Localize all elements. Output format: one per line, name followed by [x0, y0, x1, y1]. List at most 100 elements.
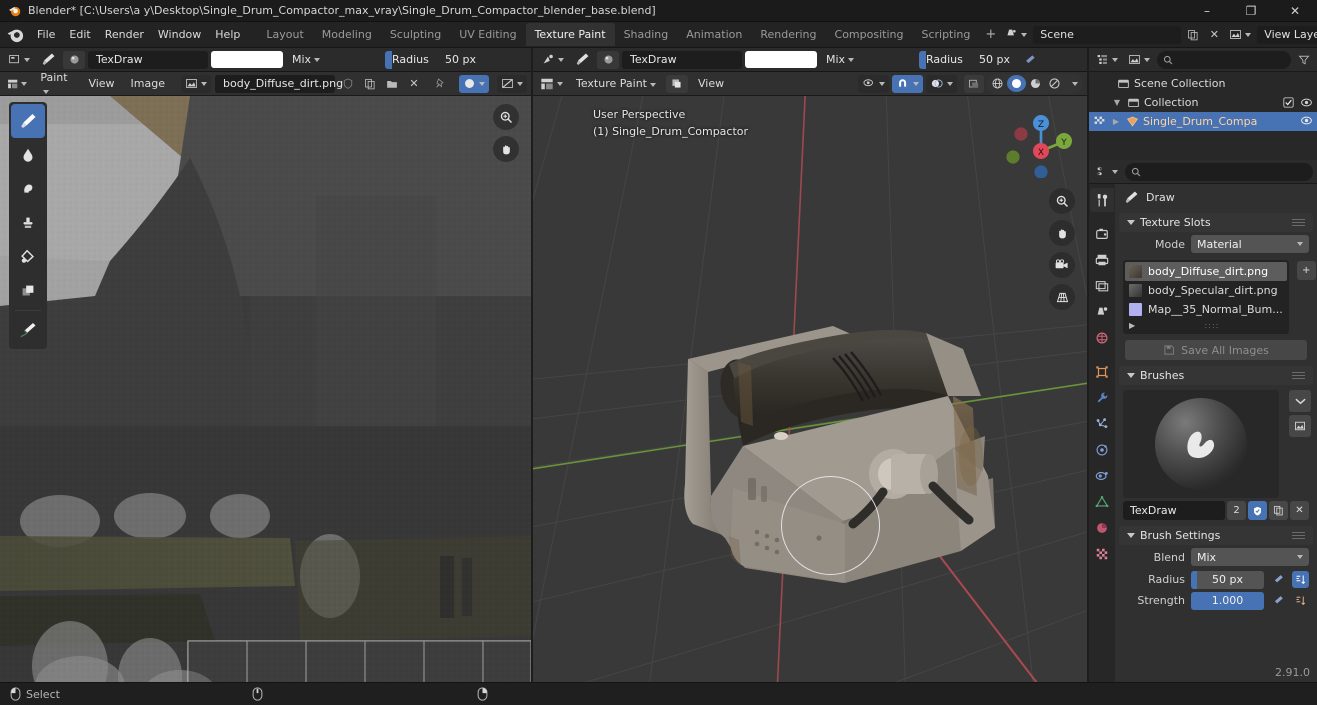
editor-type-selector[interactable]: [1093, 51, 1121, 69]
paint-mode-selector[interactable]: [4, 50, 34, 69]
new-scene-icon[interactable]: [1184, 26, 1202, 44]
tab-scripting[interactable]: Scripting: [912, 23, 979, 46]
editor-type-selector[interactable]: [1093, 163, 1121, 181]
brush-preview-panel[interactable]: [1123, 390, 1279, 498]
tab-sculpting[interactable]: Sculpting: [381, 23, 450, 46]
outliner-row-collection[interactable]: ▼ Collection: [1089, 93, 1317, 112]
fake-user-icon[interactable]: [339, 75, 357, 93]
texture-slots-panel-header[interactable]: Texture Slots: [1119, 213, 1313, 232]
pin-icon[interactable]: [431, 75, 449, 93]
brush-name-field[interactable]: TexDraw: [1123, 501, 1225, 520]
view-display-channels[interactable]: [459, 74, 489, 93]
smear-tool[interactable]: [11, 172, 45, 206]
tab-render[interactable]: [1090, 222, 1114, 246]
tab-modeling[interactable]: Modeling: [313, 23, 381, 46]
menu-window[interactable]: Window: [151, 25, 208, 44]
brush-name-field[interactable]: TexDraw: [88, 50, 208, 69]
view-layer-name-field[interactable]: View Layer: [1257, 25, 1317, 44]
tab-constraints[interactable]: [1090, 464, 1114, 488]
radius-slider[interactable]: Radius 50 px: [919, 50, 1017, 69]
brush-users-count[interactable]: 2: [1227, 501, 1246, 520]
disclosure-triangle[interactable]: ▼: [1111, 98, 1123, 107]
close-button[interactable]: ✕: [1273, 0, 1317, 22]
soften-tool[interactable]: [11, 138, 45, 172]
panel-collapse-triangle[interactable]: [1127, 533, 1135, 538]
brushes-panel-header[interactable]: Brushes: [1119, 366, 1313, 385]
outliner-row-object[interactable]: ▶ Single_Drum_Compa: [1089, 112, 1317, 131]
shading-material-preview[interactable]: [1026, 75, 1045, 92]
tab-scene[interactable]: [1090, 300, 1114, 324]
view-menu[interactable]: View: [692, 75, 730, 92]
visibility-dropdown[interactable]: [858, 74, 889, 93]
minimize-button[interactable]: –: [1185, 0, 1229, 22]
tab-particles[interactable]: [1090, 412, 1114, 436]
add-texture-slot-button[interactable]: +: [1296, 261, 1316, 280]
brush-color-swatch[interactable]: [211, 51, 283, 68]
viewport-mode-selector[interactable]: [537, 50, 568, 69]
texture-slot-item[interactable]: body_Specular_dirt.png: [1125, 281, 1287, 300]
brush-preview-dropdown-button[interactable]: [1289, 390, 1311, 412]
menu-file[interactable]: File: [30, 25, 62, 44]
zoom-gizmo[interactable]: [493, 104, 519, 130]
panel-collapse-triangle[interactable]: [1127, 373, 1135, 378]
pan-gizmo[interactable]: [493, 136, 519, 162]
tab-object-data[interactable]: [1090, 490, 1114, 514]
mode-menu[interactable]: Texture Paint: [570, 75, 662, 92]
open-image-icon[interactable]: [383, 75, 401, 93]
display-mode-selector[interactable]: [1125, 51, 1153, 69]
brush-color-swatch[interactable]: [745, 51, 817, 68]
draw-tool[interactable]: [11, 104, 45, 138]
fill-tool[interactable]: [11, 240, 45, 274]
image-menu[interactable]: Image: [125, 75, 171, 92]
blender-menu-icon[interactable]: [6, 25, 26, 45]
menu-edit[interactable]: Edit: [62, 25, 97, 44]
radius-pressure-icon[interactable]: [1270, 570, 1286, 589]
tab-texture[interactable]: [1090, 542, 1114, 566]
brush-texture-button[interactable]: [1289, 415, 1311, 437]
brush-name-field[interactable]: TexDraw: [622, 50, 742, 69]
blend-mode-dropdown[interactable]: Mix: [820, 50, 916, 69]
shading-rendered[interactable]: [1045, 75, 1064, 92]
paint-menu[interactable]: Paint: [34, 69, 78, 99]
eye-icon[interactable]: [1300, 115, 1313, 126]
paint-mask-icon[interactable]: [665, 74, 688, 93]
axis-gizmo[interactable]: X Z Y: [1001, 104, 1075, 178]
image-canvas[interactable]: [0, 96, 531, 682]
clone-tool[interactable]: [11, 206, 45, 240]
save-all-images-button[interactable]: Save All Images: [1125, 340, 1307, 360]
unlink-image-icon[interactable]: ✕: [405, 75, 423, 93]
pan-gizmo[interactable]: [1049, 220, 1075, 246]
tab-layout[interactable]: Layout: [257, 23, 312, 46]
eye-icon[interactable]: [1300, 97, 1313, 108]
tab-shading[interactable]: Shading: [615, 23, 678, 46]
editor-type-selector[interactable]: [4, 75, 30, 93]
brush-tool-icon[interactable]: [571, 51, 594, 69]
brush-preview-icon[interactable]: [597, 50, 619, 69]
mode-dropdown[interactable]: Material: [1191, 235, 1309, 253]
xray-toggle[interactable]: [964, 74, 984, 93]
strength-unit-toggle[interactable]: [1292, 592, 1309, 609]
duplicate-brush-button[interactable]: [1269, 501, 1288, 520]
image-name-field[interactable]: body_Diffuse_dirt.png: [215, 74, 343, 93]
zoom-gizmo[interactable]: [1049, 188, 1075, 214]
panel-collapse-triangle[interactable]: [1127, 220, 1135, 225]
blend-dropdown[interactable]: Mix: [1191, 548, 1309, 566]
radius-value-field[interactable]: 50 px: [1191, 570, 1264, 589]
tab-physics[interactable]: [1090, 438, 1114, 462]
tab-view-layer[interactable]: [1090, 274, 1114, 298]
tab-texture-paint[interactable]: Texture Paint: [525, 23, 615, 46]
viewport-canvas[interactable]: User Perspective (1) Single_Drum_Compact…: [533, 96, 1087, 682]
menu-help[interactable]: Help: [208, 25, 247, 44]
scene-browse-icon[interactable]: [1002, 26, 1030, 44]
add-workspace-button[interactable]: +: [979, 24, 1002, 45]
texture-slot-item[interactable]: Map__35_Normal_Bum...: [1125, 300, 1287, 319]
shading-wireframe[interactable]: [988, 75, 1007, 92]
browse-image-icon[interactable]: [181, 74, 211, 93]
unlink-brush-button[interactable]: ✕: [1290, 501, 1309, 520]
mask-tool[interactable]: [11, 274, 45, 308]
strength-value-field[interactable]: 1.000: [1191, 591, 1264, 610]
annotate-tool[interactable]: [11, 313, 45, 347]
shading-solid[interactable]: [1007, 75, 1026, 92]
camera-view-gizmo[interactable]: [1049, 252, 1075, 278]
delete-scene-icon[interactable]: ✕: [1205, 26, 1223, 44]
